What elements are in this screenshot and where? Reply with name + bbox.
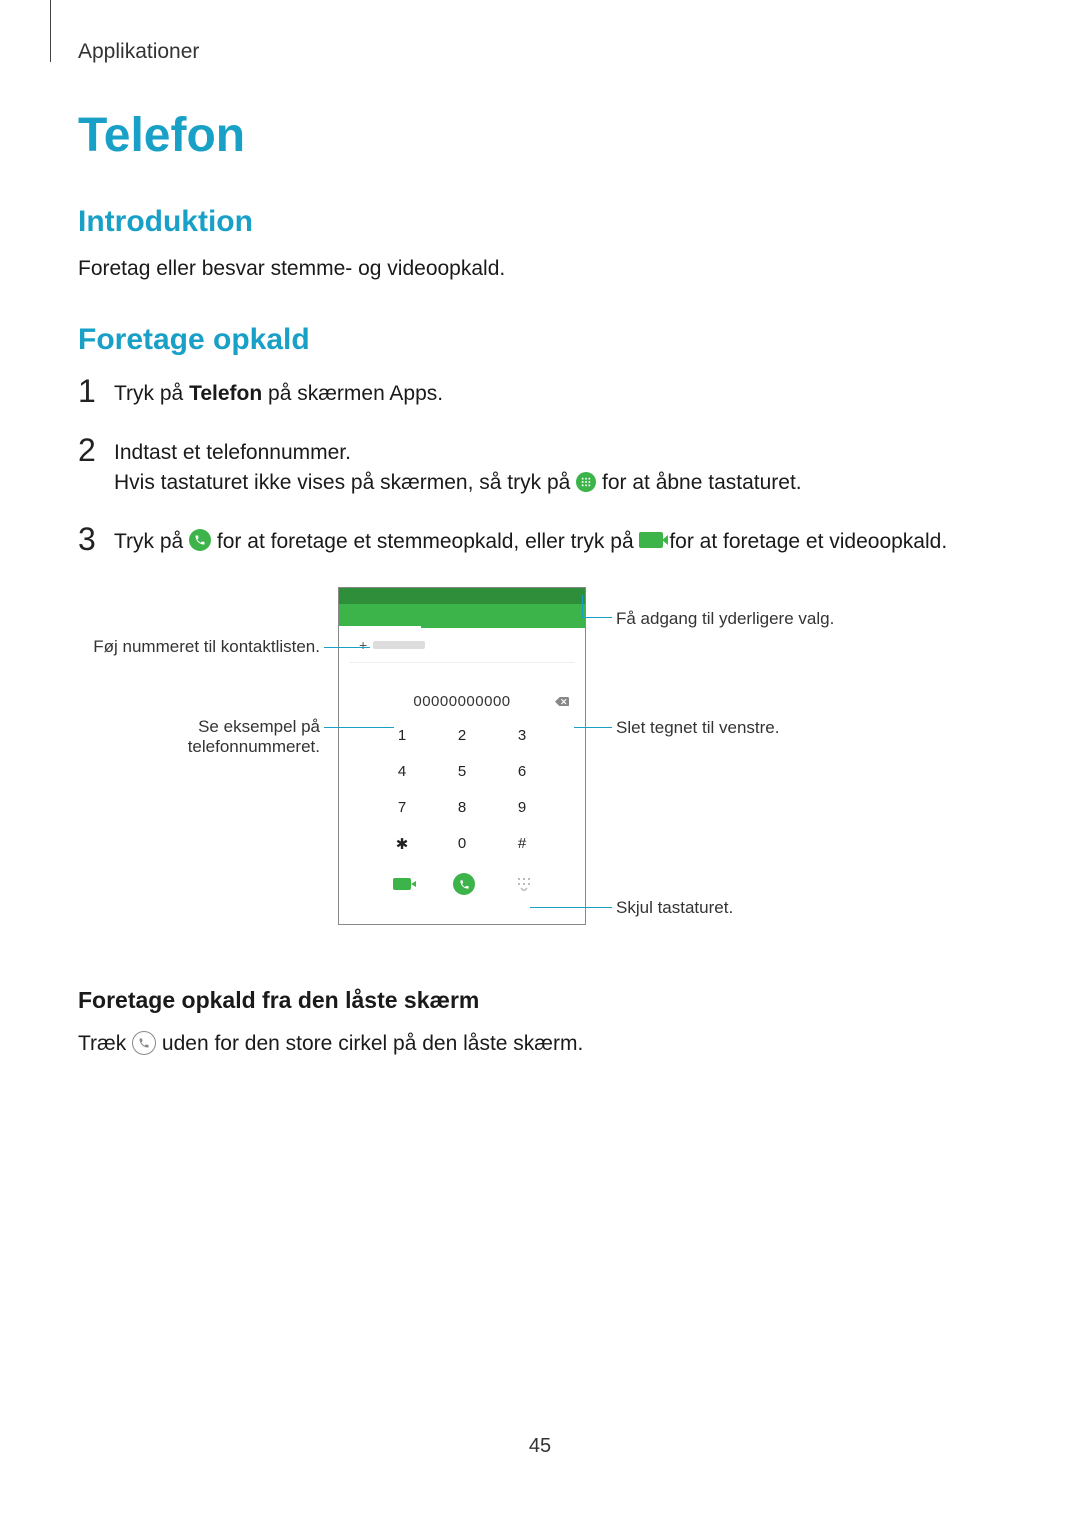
text: for at foretage et videoopkald. bbox=[669, 530, 947, 553]
text: uden for den store cirkel på den låste s… bbox=[162, 1032, 583, 1055]
text: Træk bbox=[78, 1032, 132, 1055]
action-row bbox=[372, 869, 552, 899]
key-9[interactable]: 9 bbox=[492, 793, 552, 829]
callout-line bbox=[324, 727, 394, 728]
add-to-contacts-row[interactable]: + bbox=[349, 628, 575, 663]
step-body: Indtast et telefonnummer. Hvis tastature… bbox=[114, 432, 802, 499]
phone-drag-icon bbox=[132, 1031, 156, 1055]
step-number: 1 bbox=[78, 373, 114, 409]
dialpad: 1 2 3 4 5 6 7 8 9 ✱ 0 # bbox=[372, 721, 552, 865]
key-2[interactable]: 2 bbox=[432, 721, 492, 757]
callout-hide-keypad: Skjul tastaturet. bbox=[616, 898, 733, 918]
step-3: 3 Tryk på for at foretage et stemmeopkal… bbox=[78, 521, 1002, 557]
plus-icon: + bbox=[359, 637, 367, 653]
section-introduktion: Introduktion bbox=[78, 205, 1002, 239]
page-title: Telefon bbox=[78, 108, 1002, 163]
breadcrumb: Applikationer bbox=[78, 40, 1002, 64]
callout-line bbox=[574, 727, 612, 728]
backspace-icon[interactable] bbox=[555, 693, 569, 703]
key-6[interactable]: 6 bbox=[492, 757, 552, 793]
hide-keypad-button[interactable] bbox=[517, 877, 531, 891]
step-body: Tryk på for at foretage et stemmeopkald,… bbox=[114, 521, 947, 557]
tab[interactable] bbox=[421, 604, 503, 628]
phone-frame: + 00000000000 1 2 3 4 5 6 7 8 9 ✱ 0 bbox=[338, 587, 586, 925]
tab[interactable] bbox=[503, 604, 585, 628]
page-number: 45 bbox=[0, 1435, 1080, 1458]
margin-rule bbox=[50, 0, 51, 62]
section-foretage-opkald: Foretage opkald bbox=[78, 323, 1002, 357]
callout-line bbox=[582, 595, 583, 617]
step-number: 3 bbox=[78, 521, 114, 557]
text: Tryk på bbox=[114, 382, 189, 405]
key-star[interactable]: ✱ bbox=[372, 829, 432, 865]
callout-preview-b: telefonnummeret. bbox=[80, 737, 320, 757]
text: for at foretage et stemmeopkald, eller t… bbox=[217, 530, 640, 553]
dialpad-open-icon bbox=[576, 472, 596, 492]
introduction-text: Foretag eller besvar stemme- og videoopk… bbox=[78, 255, 1002, 283]
tab-active[interactable] bbox=[339, 604, 421, 628]
number-display: 00000000000 bbox=[413, 693, 510, 710]
callout-more-options: Få adgang til yderligere valg. bbox=[616, 609, 834, 629]
section-locked-screen: Foretage opkald fra den låste skærm bbox=[78, 987, 1002, 1014]
step-1: 1 Tryk på Telefon på skærmen Apps. bbox=[78, 373, 1002, 409]
key-4[interactable]: 4 bbox=[372, 757, 432, 793]
callout-line bbox=[582, 617, 612, 618]
video-call-button[interactable] bbox=[393, 878, 411, 890]
number-display-row: 00000000000 bbox=[339, 687, 585, 715]
callout-add-contact: Føj nummeret til kontaktlisten. bbox=[80, 637, 320, 657]
callout-preview-a: Se eksempel på bbox=[80, 717, 320, 737]
tab-bar bbox=[339, 604, 585, 628]
text-line: Hvis tastaturet ikke vises på skærmen, s… bbox=[114, 468, 802, 498]
key-0[interactable]: 0 bbox=[432, 829, 492, 865]
callout-backspace: Slet tegnet til venstre. bbox=[616, 718, 779, 738]
contact-placeholder bbox=[373, 641, 425, 649]
locked-screen-text: Træk uden for den store cirkel på den lå… bbox=[78, 1030, 1002, 1058]
steps-list: 1 Tryk på Telefon på skærmen Apps. 2 Ind… bbox=[78, 373, 1002, 557]
step-body: Tryk på Telefon på skærmen Apps. bbox=[114, 373, 443, 409]
dialpad-diagram: + 00000000000 1 2 3 4 5 6 7 8 9 ✱ 0 bbox=[80, 587, 1000, 947]
text: på skærmen Apps. bbox=[262, 382, 443, 405]
text: Tryk på bbox=[114, 530, 189, 553]
key-8[interactable]: 8 bbox=[432, 793, 492, 829]
step-number: 2 bbox=[78, 432, 114, 499]
voice-call-button[interactable] bbox=[453, 873, 475, 895]
bold-text: Telefon bbox=[189, 382, 262, 405]
voice-call-icon bbox=[189, 529, 211, 551]
step-2: 2 Indtast et telefonnummer. Hvis tastatu… bbox=[78, 432, 1002, 499]
key-5[interactable]: 5 bbox=[432, 757, 492, 793]
callout-line bbox=[324, 647, 370, 648]
video-call-icon bbox=[639, 532, 663, 548]
key-hash[interactable]: # bbox=[492, 829, 552, 865]
key-3[interactable]: 3 bbox=[492, 721, 552, 757]
text: Hvis tastaturet ikke vises på skærmen, s… bbox=[114, 471, 576, 494]
text: for at åbne tastaturet. bbox=[602, 471, 802, 494]
status-bar bbox=[339, 588, 585, 604]
text: Indtast et telefonnummer. bbox=[114, 438, 802, 468]
callout-line bbox=[530, 907, 612, 908]
key-7[interactable]: 7 bbox=[372, 793, 432, 829]
